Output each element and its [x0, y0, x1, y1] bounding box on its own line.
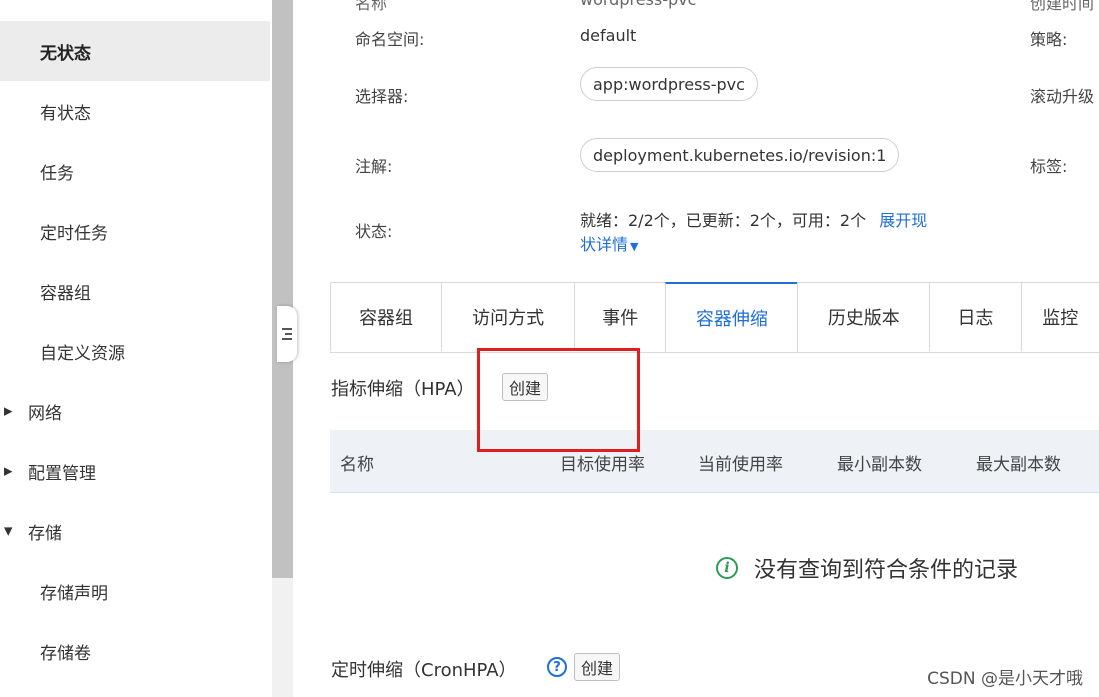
- tab-logs[interactable]: 日志: [929, 282, 1022, 351]
- tab-label: 日志: [957, 308, 994, 329]
- highlight-annotation-box: [477, 348, 640, 452]
- sidebar-item-label: 定时任务: [40, 223, 108, 244]
- created-label-clipped: 创建时间: [1030, 0, 1095, 13]
- sidebar-item-label: 配置管理: [28, 463, 96, 484]
- tab-label: 监控: [1042, 308, 1079, 329]
- sidebar-item-label: 自定义资源: [40, 343, 125, 364]
- expand-status-link-cont[interactable]: 状详情 ▼: [580, 231, 638, 255]
- tab-monitoring[interactable]: 监控: [1020, 282, 1099, 351]
- sidebar-item-label: 存储声明: [40, 583, 108, 604]
- strategy-label: 策略:: [1030, 30, 1068, 49]
- column-header: 最小副本数: [837, 455, 922, 475]
- status-text: 就绪：2/2个，已更新：2个，可用：2个: [580, 211, 867, 230]
- sidebar-item-label: 无状态: [40, 43, 91, 64]
- sidebar-item-cronjob[interactable]: 定时任务: [0, 201, 270, 261]
- detail-tabs: 容器组 访问方式 事件 容器伸缩 历史版本 日志 监控: [330, 282, 1099, 353]
- sidebar-item-pv[interactable]: 存储卷: [0, 621, 270, 681]
- selector-tag: app:wordpress-pvc: [580, 67, 758, 101]
- name-label-clipped: 名称: [355, 0, 388, 13]
- tab-label: 访问方式: [472, 308, 545, 329]
- info-icon: i: [716, 557, 738, 579]
- tab-label: 容器组: [359, 308, 414, 329]
- sidebar-group-config[interactable]: ▶ 配置管理: [0, 441, 270, 501]
- column-header: 名称: [340, 455, 374, 475]
- annotation-label: 注解:: [355, 157, 393, 176]
- sidebar-scrollbar-thumb[interactable]: [272, 0, 293, 578]
- column-header: 目标使用率: [560, 455, 645, 475]
- expand-status-link[interactable]: 展开现: [879, 211, 927, 230]
- tags-label: 标签:: [1030, 157, 1068, 176]
- cronhpa-create-button[interactable]: 创建: [574, 653, 621, 681]
- status-detail-link-text: 状详情: [580, 235, 629, 254]
- status-label: 状态:: [355, 222, 393, 241]
- sidebar-group-storage[interactable]: ▼ 存储: [0, 501, 270, 561]
- hpa-table-header: 名称 目标使用率 当前使用率 最小副本数 最大副本数: [330, 430, 1099, 493]
- namespace-value: default: [580, 26, 637, 45]
- rolling-update-label: 滚动升级: [1030, 87, 1095, 106]
- sidebar-item-label: 任务: [40, 163, 74, 184]
- column-header: 当前使用率: [698, 455, 783, 475]
- sidebar-scrollbar-track[interactable]: [272, 578, 293, 697]
- tab-pods[interactable]: 容器组: [330, 282, 443, 351]
- sidebar-group-network[interactable]: ▶ 网络: [0, 381, 270, 441]
- sidebar-item-label: 容器组: [40, 283, 91, 304]
- tab-label: 容器伸缩: [695, 309, 768, 330]
- caret-down-icon: ▼: [4, 524, 13, 538]
- annotation-tag: deployment.kubernetes.io/revision:1: [580, 138, 900, 172]
- sidebar-item-custom-resources[interactable]: 自定义资源: [0, 321, 270, 381]
- hpa-title: 指标伸缩（HPA）: [331, 379, 475, 400]
- caret-right-icon: ▶: [4, 464, 13, 478]
- cronhpa-title: 定时伸缩（CronHPA）: [331, 660, 517, 681]
- sidebar-item-label: 有状态: [40, 103, 91, 124]
- sidebar-item-label: 存储: [28, 523, 62, 544]
- sidebar-item-label: 网络: [28, 403, 62, 424]
- tab-scaling[interactable]: 容器伸缩: [665, 282, 799, 352]
- tab-events[interactable]: 事件: [574, 282, 667, 351]
- sidebar-item-pvc[interactable]: 存储声明: [0, 561, 270, 621]
- caret-down-icon: ▼: [630, 240, 639, 253]
- tab-label: 历史版本: [827, 308, 900, 329]
- watermark: CSDN @是小天才哦: [927, 669, 1083, 689]
- sidebar-item-stateful[interactable]: 有状态: [0, 81, 270, 141]
- caret-right-icon: ▶: [4, 404, 13, 418]
- tab-label: 事件: [602, 308, 639, 329]
- tab-access-methods[interactable]: 访问方式: [441, 282, 576, 351]
- sidebar-item-stateless[interactable]: 无状态: [0, 21, 270, 81]
- sidebar-item-label: 存储卷: [40, 643, 91, 664]
- empty-state-text: 没有查询到符合条件的记录: [754, 558, 1019, 583]
- column-header: 最大副本数: [976, 455, 1061, 475]
- tab-history[interactable]: 历史版本: [797, 282, 931, 351]
- sidebar-item-job[interactable]: 任务: [0, 141, 270, 201]
- empty-state: i 没有查询到符合条件的记录: [716, 552, 1018, 584]
- sidebar-collapse-handle[interactable]: [277, 306, 297, 362]
- help-icon[interactable]: ?: [547, 657, 567, 677]
- menu-collapse-icon: [282, 328, 292, 340]
- sidebar: 无状态 有状态 任务 定时任务 容器组 自定义资源 ▶ 网络 ▶ 配置管理 ▼ 存储 …: [0, 0, 272, 697]
- sidebar-item-pods[interactable]: 容器组: [0, 261, 270, 321]
- status-value: 就绪：2/2个，已更新：2个，可用：2个 展开现: [580, 207, 927, 231]
- namespace-label: 命名空间:: [355, 30, 425, 49]
- selector-label: 选择器:: [355, 87, 409, 106]
- name-value-clipped: wordpress-pvc: [580, 0, 696, 9]
